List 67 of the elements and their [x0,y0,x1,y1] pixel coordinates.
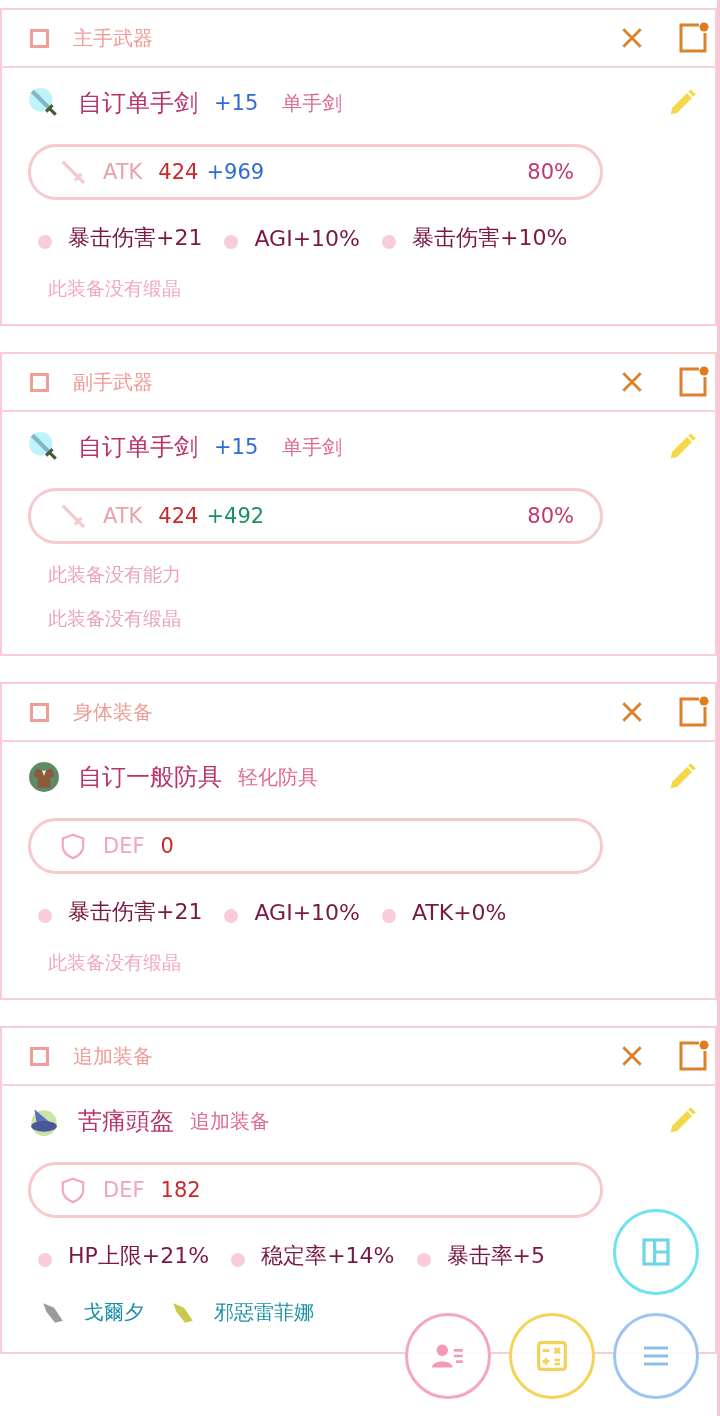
item-name[interactable]: 自订单手剑 [78,87,198,119]
shield-icon [59,832,87,860]
checkbox[interactable] [30,1046,49,1066]
checkbox[interactable] [30,702,49,722]
item-type: 单手剑 [282,89,344,117]
ability-text: 暴击率+5 [446,1242,545,1270]
checkbox[interactable] [30,372,49,392]
note-dot-icon[interactable] [677,22,709,54]
ability-text: HP上限+21% [68,1242,210,1270]
stat-value: 182 [160,1178,201,1202]
checkbox[interactable] [30,28,49,48]
ability-text: 暴击伤害+21 [68,224,203,252]
stat-label: DEF [103,834,145,858]
bullet-dot [231,1253,246,1267]
empty-hint: 此装备没有缎晶 [47,276,182,301]
ability-text: 暴击伤害+10% [411,224,568,252]
refine-level: +15 [214,91,259,115]
stat-value: 424 [158,504,199,528]
empty-hint: 此装备没有能力 [47,562,182,587]
empty-hint: 此装备没有缎晶 [47,950,182,975]
bullet-dot [224,909,239,923]
stat-label: ATK [103,160,143,184]
item-type: 单手剑 [282,433,344,461]
empty-hint: 此装备没有缎晶 [47,606,182,631]
sword-icon [28,87,60,119]
stat-bonus: +969 [206,160,266,184]
note-dot-icon[interactable] [677,366,709,398]
stat-label: ATK [103,504,143,528]
item-name[interactable]: 自订单手剑 [78,431,198,463]
crystal-name[interactable]: 戈爾夕 [84,1298,144,1326]
stat-bonus: +492 [206,504,266,528]
sword-icon [59,158,87,186]
slot-title: 身体装备 [73,698,154,726]
bullet-dot [38,235,52,249]
armor-icon [28,761,60,793]
item-name[interactable]: 自订一般防具 [78,761,222,793]
stat-percent: 80% [527,504,574,528]
bullet-dot [381,909,396,923]
note-dot-icon[interactable] [677,1040,709,1072]
note-dot-icon[interactable] [677,696,709,728]
slot-title: 追加装备 [73,1042,154,1070]
bullet-dot [38,909,52,923]
item-type: 轻化防具 [238,763,319,791]
crystal-name[interactable]: 邪惡雷菲娜 [214,1298,314,1326]
slot-title: 主手武器 [73,24,154,52]
item-type: 追加装备 [190,1107,271,1135]
item-name[interactable]: 苦痛頭盔 [78,1105,174,1137]
ability-text: AGI+10% [254,225,360,251]
shield-icon [59,1176,87,1204]
bullet-dot [416,1253,431,1267]
calculator-icon [536,1340,568,1372]
stat-label: DEF [103,1178,145,1202]
ability-text: AGI+10% [254,899,360,925]
sword-icon [28,431,60,463]
refine-level: +15 [214,435,259,459]
ability-text: 稳定率+14% [261,1242,395,1270]
ability-text: ATK+0% [411,899,507,925]
bullet-dot [224,235,239,249]
slot-title: 副手武器 [73,368,154,396]
stat-value: 0 [160,834,174,858]
ability-text: 暴击伤害+21 [68,898,203,926]
bullet-dot [381,235,396,249]
layout-icon [640,1236,672,1268]
stat-percent: 80% [527,160,574,184]
bullet-dot [38,1253,52,1267]
sword-icon [59,502,87,530]
stat-value: 424 [158,160,199,184]
